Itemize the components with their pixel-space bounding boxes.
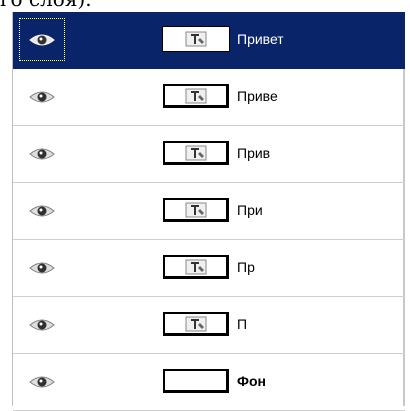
layer-name[interactable]: П <box>237 315 247 333</box>
text-layer-icon <box>184 315 208 332</box>
visibility-toggle[interactable] <box>19 246 65 289</box>
eye-icon <box>29 90 55 104</box>
layer-thumbnail[interactable] <box>163 255 229 279</box>
layer-name[interactable]: Пр <box>237 258 255 276</box>
eye-icon <box>29 147 55 161</box>
eye-icon <box>29 375 55 389</box>
layer-row[interactable]: При <box>13 183 405 240</box>
layer-thumbnail[interactable] <box>163 312 229 336</box>
layer-name[interactable]: Фон <box>237 372 266 390</box>
visibility-toggle[interactable] <box>19 303 65 346</box>
layer-name[interactable]: При <box>237 201 263 219</box>
text-layer-icon <box>184 144 208 161</box>
layer-row[interactable]: Прив <box>13 126 405 183</box>
layer-thumbnail[interactable] <box>163 198 229 222</box>
layers-panel: Привет Приве Прив При Пр П Фон <box>12 12 405 411</box>
layer-thumbnail[interactable] <box>163 141 229 165</box>
visibility-toggle[interactable] <box>19 132 65 175</box>
layer-row[interactable]: Пр <box>13 240 405 297</box>
eye-icon <box>29 204 55 218</box>
visibility-toggle[interactable] <box>19 189 65 232</box>
eye-icon <box>29 33 55 47</box>
layer-row[interactable]: Фон <box>13 354 405 411</box>
text-layer-icon <box>184 258 208 275</box>
visibility-toggle[interactable] <box>19 18 65 61</box>
visibility-toggle[interactable] <box>19 360 65 403</box>
text-layer-icon <box>184 30 208 47</box>
text-layer-icon <box>184 201 208 218</box>
visibility-toggle[interactable] <box>19 75 65 118</box>
layer-name[interactable]: Прив <box>237 144 270 162</box>
text-layer-icon <box>184 87 208 104</box>
layer-row[interactable]: Приве <box>13 69 405 126</box>
layer-name[interactable]: Приве <box>237 87 278 105</box>
layer-name[interactable]: Привет <box>237 30 284 48</box>
layer-thumbnail[interactable] <box>162 26 230 52</box>
layer-thumbnail[interactable] <box>163 369 229 393</box>
layer-row[interactable]: Привет <box>13 12 405 69</box>
eye-icon <box>29 318 55 332</box>
layer-thumbnail[interactable] <box>163 84 229 108</box>
layer-row[interactable]: П <box>13 297 405 354</box>
eye-icon <box>29 261 55 275</box>
